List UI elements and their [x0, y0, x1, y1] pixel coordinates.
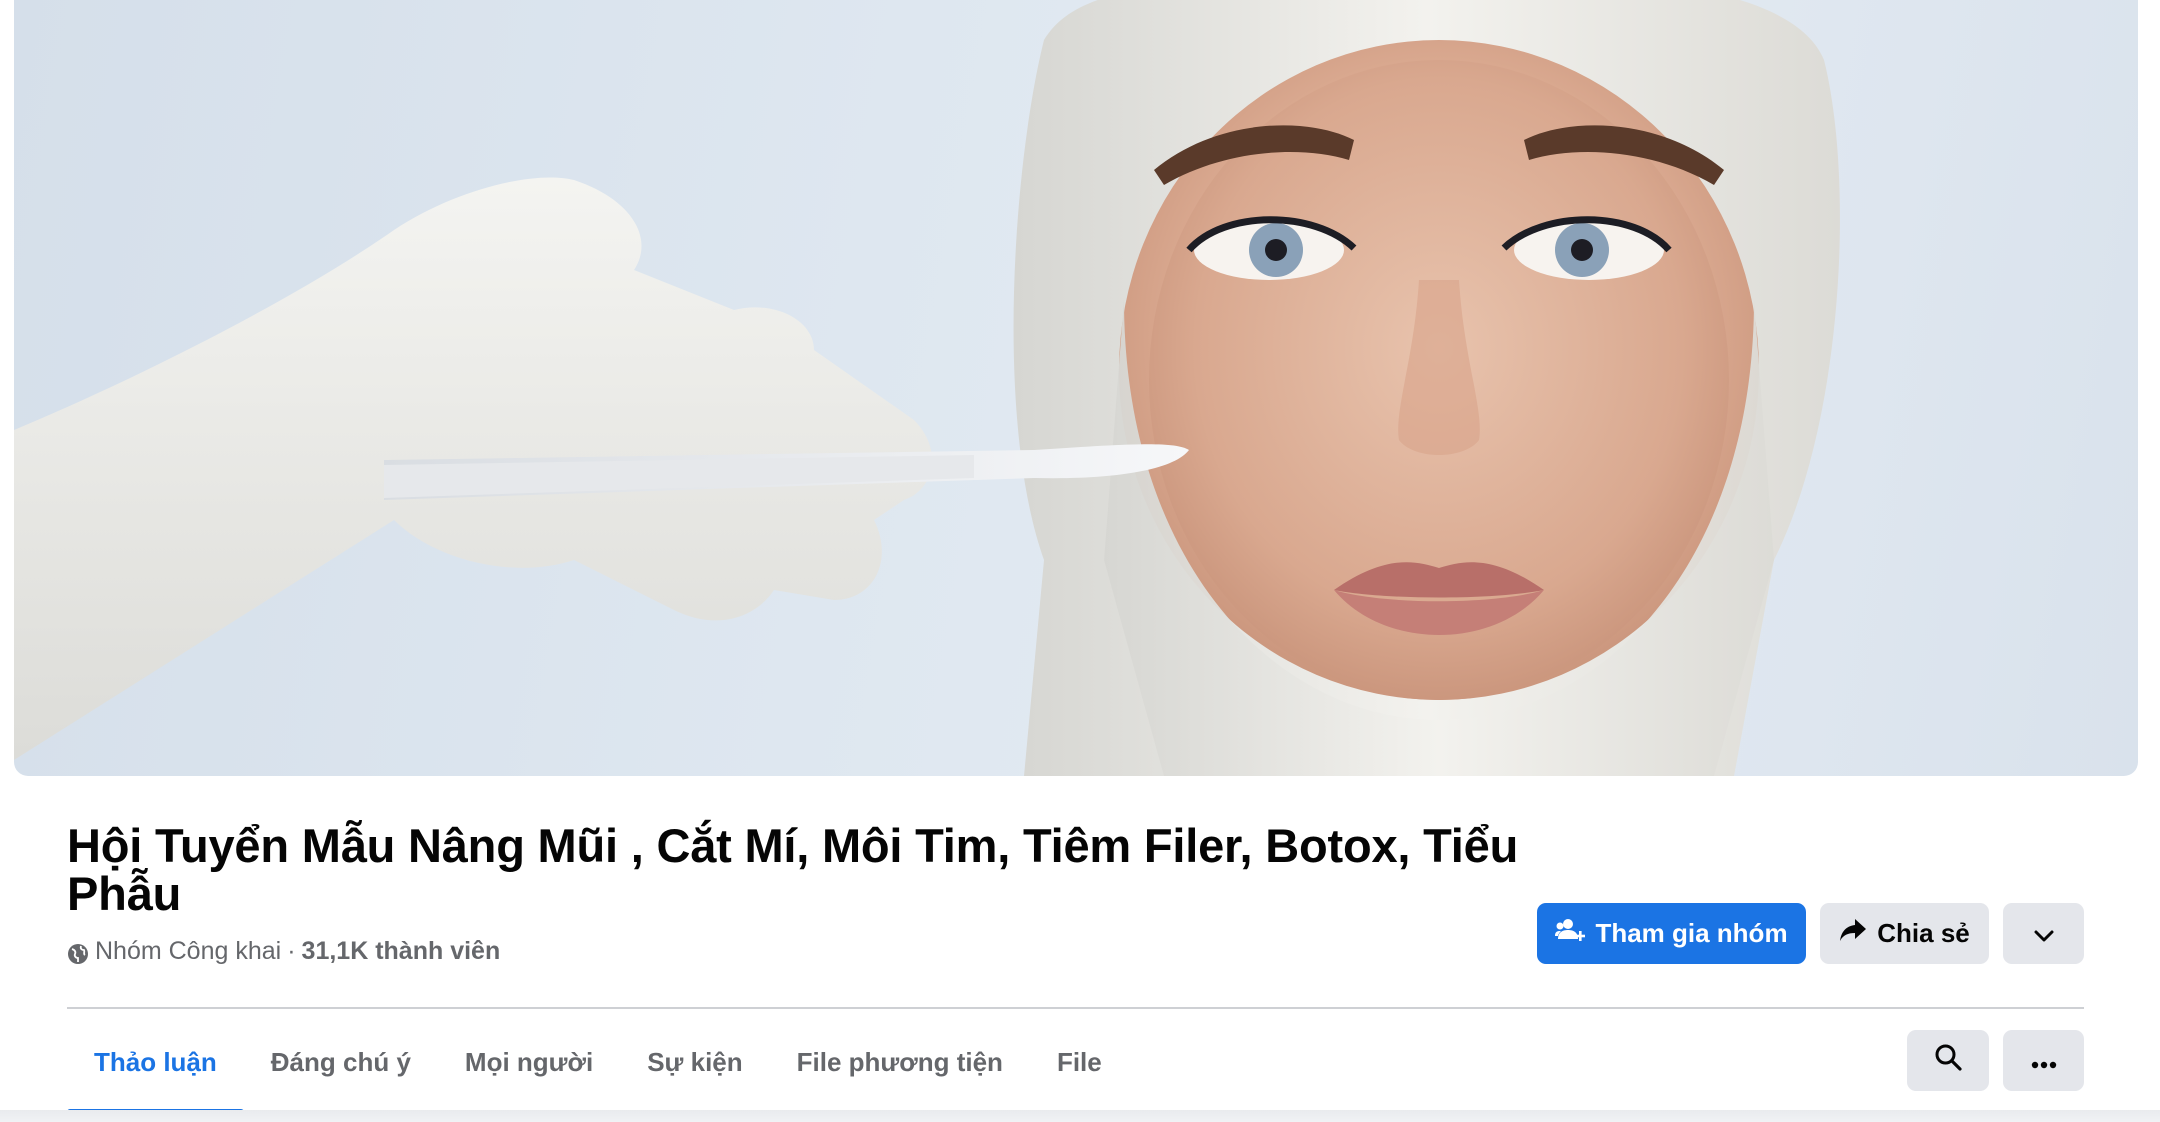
join-group-button[interactable]: Tham gia nhóm [1537, 903, 1806, 964]
tab-files[interactable]: File [1030, 1012, 1129, 1112]
tab-featured[interactable]: Đáng chú ý [244, 1012, 438, 1112]
share-button[interactable]: Chia sẻ [1820, 903, 1989, 964]
group-meta: Nhóm Công khai · 31,1K thành viên [67, 934, 500, 968]
group-options-button[interactable] [2003, 1030, 2084, 1091]
tab-events[interactable]: Sự kiện [620, 1012, 769, 1112]
tab-media[interactable]: File phương tiện [770, 1012, 1030, 1112]
share-label: Chia sẻ [1877, 918, 1970, 948]
cover-photo[interactable] [14, 0, 2138, 776]
more-dots-icon [2031, 1045, 2057, 1076]
globe-icon [67, 940, 89, 964]
group-page: Hội Tuyển Mẫu Nâng Mũi , Cắt Mí, Môi Tim… [0, 0, 2160, 1122]
group-title: Hội Tuyển Mẫu Nâng Mũi , Cắt Mí, Môi Tim… [67, 819, 1519, 920]
page-bottom-edge [0, 1110, 2160, 1122]
share-arrow-icon [1839, 917, 1867, 950]
more-options-dropdown-button[interactable] [2003, 903, 2084, 964]
join-group-label: Tham gia nhóm [1595, 918, 1788, 948]
chevron-down-icon [2034, 918, 2054, 949]
group-tabs: Thảo luận Đáng chú ý Mọi người Sự kiện F… [67, 1012, 1129, 1114]
search-button[interactable] [1907, 1030, 1989, 1091]
cover-illustration [14, 0, 1840, 776]
header-divider [67, 1007, 2084, 1009]
people-plus-icon [1555, 917, 1586, 950]
privacy-label[interactable]: Nhóm Công khai [95, 934, 281, 968]
meta-separator: · [287, 937, 296, 965]
tab-discussion[interactable]: Thảo luận [67, 1012, 244, 1114]
search-icon [1934, 1043, 1962, 1078]
tab-people[interactable]: Mọi người [438, 1012, 620, 1112]
members-count[interactable]: 31,1K thành viên [302, 934, 501, 968]
